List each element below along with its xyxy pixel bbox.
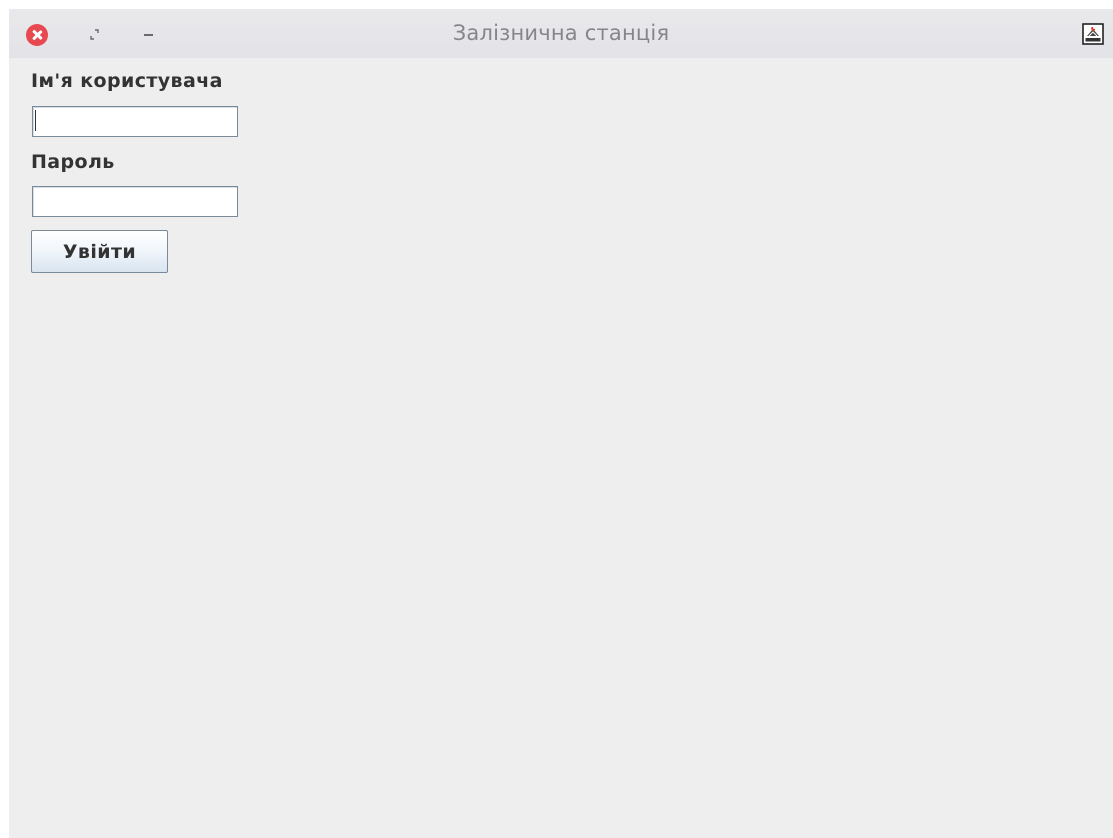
app-window: Залізнична станція Ім'я користувача Паро… [9, 9, 1113, 838]
restore-icon[interactable] [86, 26, 104, 44]
minimize-icon[interactable] [140, 26, 158, 44]
username-label: Ім'я користувача [31, 70, 223, 92]
password-label: Пароль [31, 151, 115, 173]
window-title: Залізнична станція [452, 21, 670, 45]
java-app-icon[interactable] [1082, 23, 1104, 45]
password-field[interactable] [32, 186, 238, 217]
title-bar[interactable]: Залізнична станція [9, 9, 1113, 58]
username-field-wrapper [32, 106, 238, 137]
text-caret [35, 110, 36, 131]
login-button[interactable]: Увійти [31, 230, 168, 273]
close-icon[interactable] [26, 24, 48, 46]
username-field[interactable] [32, 106, 238, 137]
